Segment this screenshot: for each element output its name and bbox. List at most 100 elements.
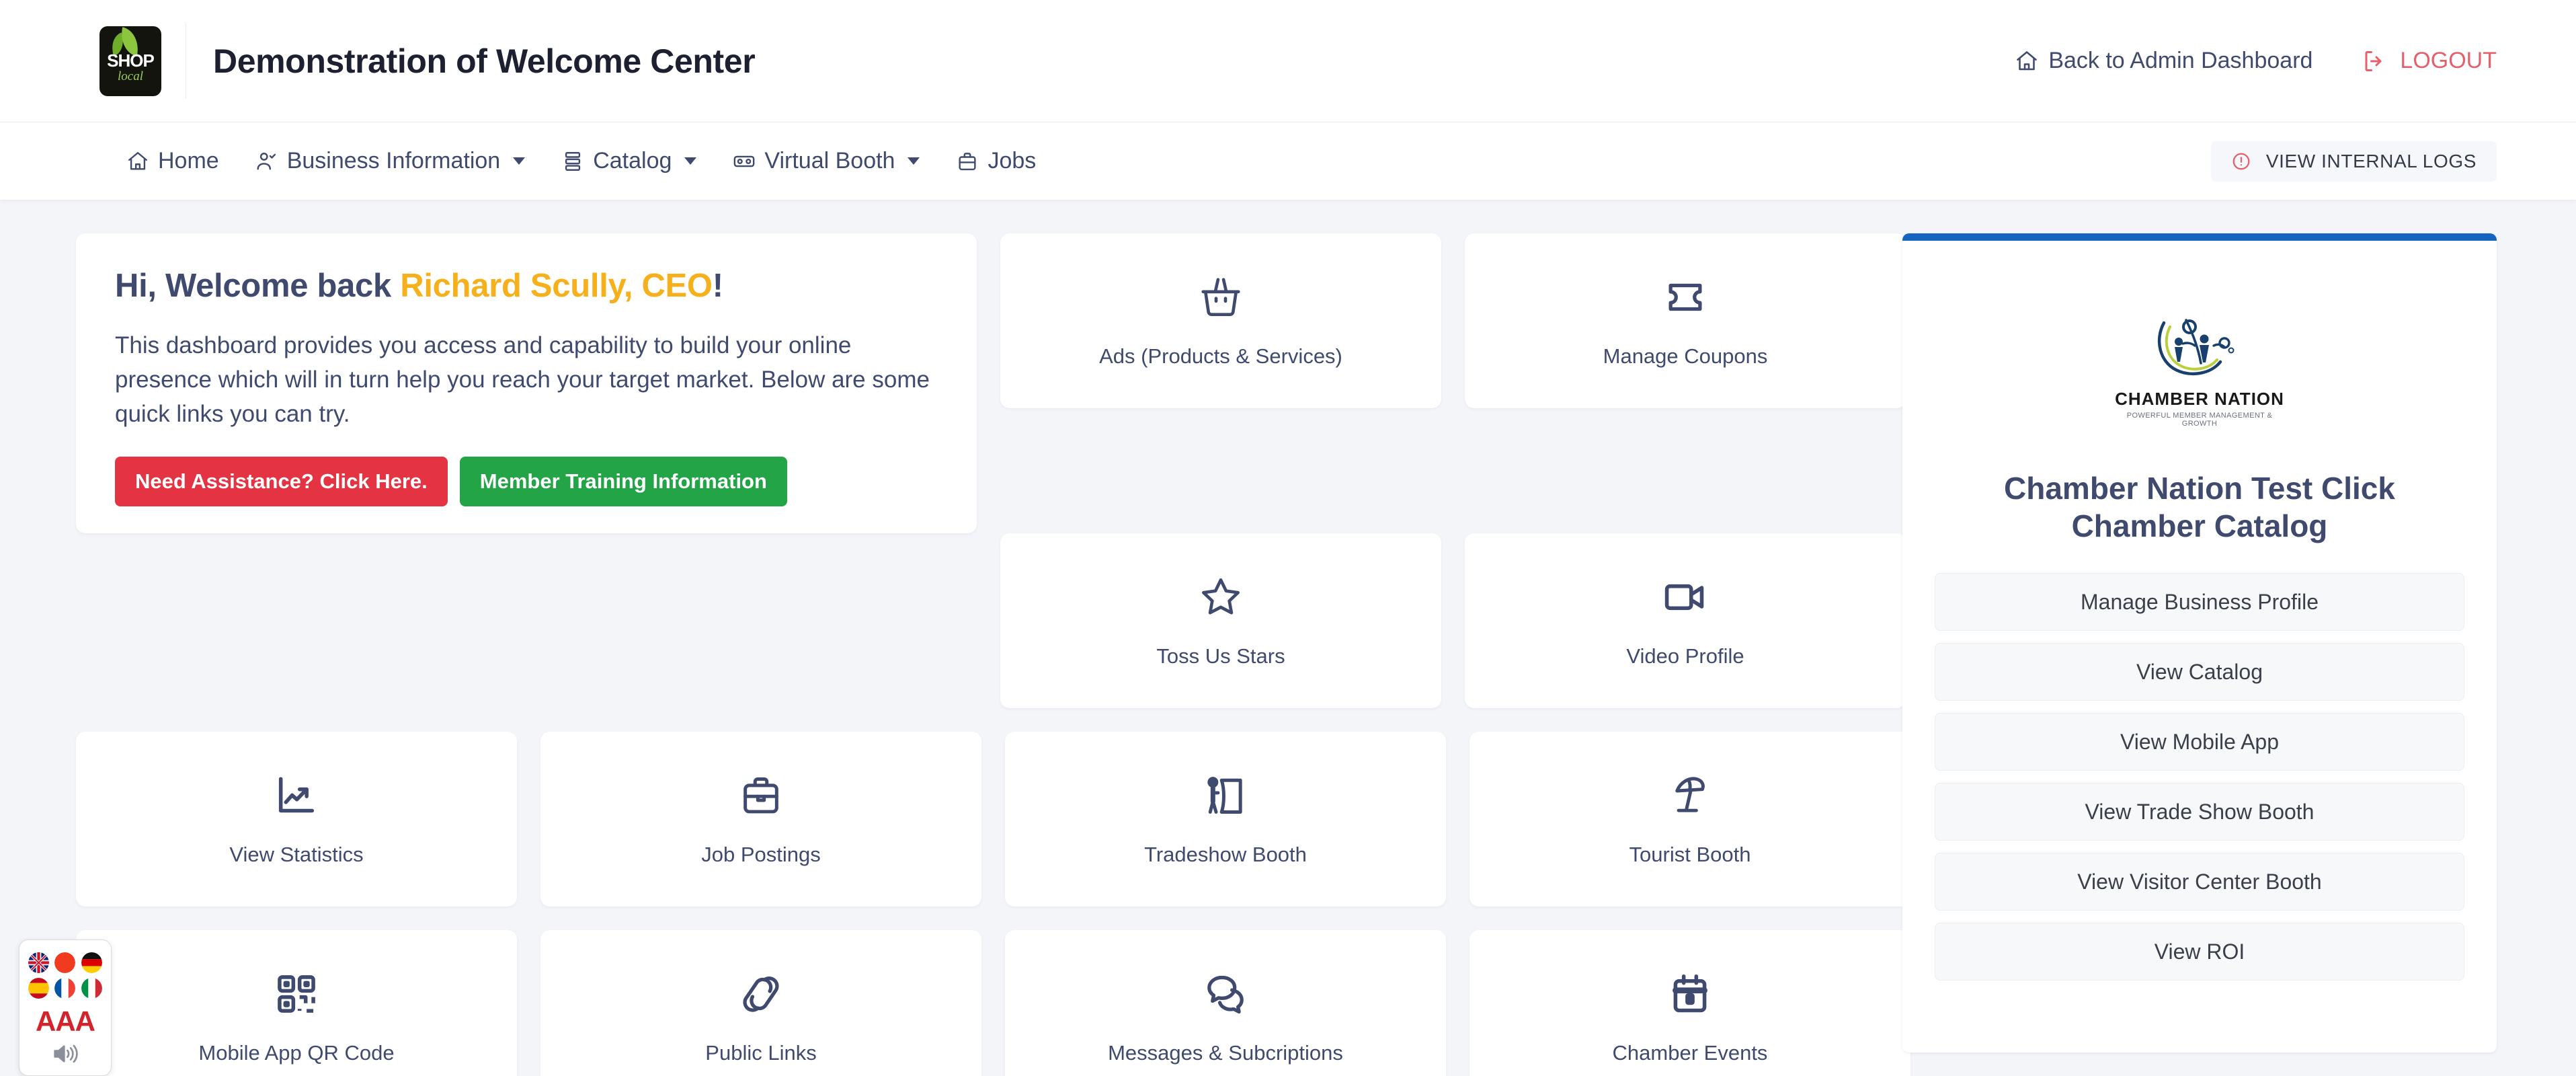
page-title: Demonstration of Welcome Center [213, 42, 756, 80]
manage-business-profile-button[interactable]: Manage Business Profile [1935, 573, 2464, 631]
tile-public-links[interactable]: Public Links [540, 930, 981, 1076]
view-trade-show-booth-button[interactable]: View Trade Show Booth [1935, 783, 2464, 841]
text-size-control[interactable]: AAA [28, 1007, 103, 1036]
member-training-information-button[interactable]: Member Training Information [459, 457, 787, 507]
view-internal-logs-button[interactable]: VIEW INTERNAL LOGS [2210, 141, 2497, 182]
catalog-icon [561, 150, 584, 173]
tile-video-profile[interactable]: Video Profile [1465, 533, 1906, 709]
view-mobile-app-button[interactable]: View Mobile App [1935, 713, 2464, 771]
tile-chamber-events[interactable]: Chamber Events [1470, 930, 1910, 1076]
dashboard-row-3: View Statistics Job Postings Tradeshow B… [76, 732, 1910, 907]
tile-label: Tradeshow Booth [1144, 842, 1307, 866]
spain-flag-icon[interactable] [28, 978, 50, 999]
brand-block: SHOP local Demonstration of Welcome Cent… [99, 23, 756, 99]
nav-item-virtual-booth[interactable]: Virtual Booth [733, 148, 920, 174]
star-icon [1197, 574, 1244, 624]
chamber-info-panel: CHAMBER NATION POWERFUL MEMBER MANAGEMEN… [1902, 233, 2497, 1052]
tile-toss-us-stars[interactable]: Toss Us Stars [1000, 533, 1441, 709]
welcome-suffix: ! [712, 268, 723, 304]
beach-umbrella-icon [1666, 772, 1714, 822]
tile-tourist-booth[interactable]: Tourist Booth [1470, 732, 1910, 907]
welcome-heading: Hi, Welcome back Richard Scully, CEO! [115, 267, 938, 305]
welcome-button-row: Need Assistance? Click Here. Member Trai… [115, 457, 938, 507]
tile-label: Video Profile [1626, 644, 1744, 668]
home-icon [2015, 49, 2039, 73]
tile-label: Ads (Products & Services) [1099, 344, 1342, 368]
qr-code-icon [273, 970, 320, 1021]
logo-top-text: SHOP [107, 50, 155, 71]
tile-view-statistics[interactable]: View Statistics [76, 732, 517, 907]
chamber-nation-logo: CHAMBER NATION POWERFUL MEMBER MANAGEMEN… [2112, 312, 2287, 428]
tile-label: Chamber Events [1612, 1040, 1768, 1065]
tile-label: Public Links [705, 1040, 817, 1065]
dashboard-row-4: Mobile App QR Code Public Links Messages… [76, 930, 1910, 1076]
alert-circle-icon [2231, 151, 2251, 171]
tile-mobile-app-qr-code[interactable]: Mobile App QR Code [76, 930, 517, 1076]
row2-spacer [76, 533, 977, 708]
view-catalog-button[interactable]: View Catalog [1935, 643, 2464, 701]
welcome-body-text: This dashboard provides you access and c… [115, 332, 930, 427]
user-check-icon [255, 150, 278, 173]
tile-job-postings[interactable]: Job Postings [540, 732, 981, 907]
united-kingdom-flag-icon[interactable] [28, 952, 50, 973]
dashboard-row-1: Hi, Welcome back Richard Scully, CEO! Th… [76, 233, 1906, 534]
tradeshow-person-icon [1202, 772, 1249, 822]
tile-messages-subscriptions[interactable]: Messages & Subcriptions [1005, 930, 1446, 1076]
accessibility-widget[interactable]: AAA [19, 939, 112, 1076]
france-flag-icon[interactable] [54, 978, 76, 999]
chart-line-up-icon [273, 772, 320, 822]
view-internal-logs-label: VIEW INTERNAL LOGS [2265, 150, 2477, 171]
tile-label: Job Postings [701, 842, 821, 866]
nav-label: Home [158, 148, 219, 174]
tile-ads-products-services[interactable]: Ads (Products & Services) [1000, 233, 1441, 408]
main-navigation: Home Business Information Catalog Virtua… [0, 122, 2576, 200]
welcome-prefix: Hi, Welcome back [115, 268, 401, 304]
nav-label: Jobs [988, 148, 1037, 174]
chevron-down-icon [513, 157, 526, 165]
main-content: Hi, Welcome back Richard Scully, CEO! Th… [0, 200, 2576, 1076]
back-to-admin-dashboard-link[interactable]: Back to Admin Dashboard [2015, 48, 2312, 74]
logout-icon [2362, 49, 2386, 73]
link-chain-icon [737, 970, 784, 1021]
chamber-panel-buttons: Manage Business Profile View Catalog Vie… [1935, 573, 2464, 981]
video-camera-icon [1662, 574, 1709, 624]
welcome-user-name: Richard Scully, CEO [400, 268, 713, 304]
nav-items: Home Business Information Catalog Virtua… [126, 148, 1036, 174]
view-visitor-center-booth-button[interactable]: View Visitor Center Booth [1935, 853, 2464, 911]
japan-flag-icon[interactable] [54, 952, 76, 973]
basket-icon [1197, 274, 1244, 324]
chamber-nation-tagline: POWERFUL MEMBER MANAGEMENT & GROWTH [2126, 412, 2273, 428]
logout-button[interactable]: LOGOUT [2362, 48, 2497, 74]
tile-label: Messages & Subcriptions [1108, 1040, 1343, 1065]
tile-label: View Statistics [229, 842, 364, 866]
nav-label: Virtual Booth [764, 148, 895, 174]
nav-item-jobs[interactable]: Jobs [956, 148, 1036, 174]
tile-tradeshow-booth[interactable]: Tradeshow Booth [1005, 732, 1446, 907]
briefcase-icon [737, 772, 784, 822]
tile-manage-coupons[interactable]: Manage Coupons [1465, 233, 1906, 408]
dashboard-grid: Hi, Welcome back Richard Scully, CEO! Th… [76, 233, 1910, 1076]
nav-item-catalog[interactable]: Catalog [561, 148, 697, 174]
briefcase-icon [956, 150, 979, 173]
shop-local-logo-icon: SHOP local [99, 26, 161, 96]
home-icon [126, 150, 149, 173]
calendar-icon [1666, 970, 1714, 1021]
chevron-down-icon [684, 157, 697, 165]
germany-flag-icon[interactable] [81, 952, 102, 973]
speaker-icon[interactable] [28, 1042, 103, 1069]
nav-label: Business Information [286, 148, 501, 174]
view-roi-button[interactable]: View ROI [1935, 923, 2464, 981]
chevron-down-icon [908, 157, 920, 165]
nav-item-business-information[interactable]: Business Information [255, 148, 526, 174]
vr-goggles-icon [733, 150, 756, 173]
tile-label: Tourist Booth [1629, 842, 1751, 866]
need-assistance-button[interactable]: Need Assistance? Click Here. [115, 457, 448, 507]
welcome-card: Hi, Welcome back Richard Scully, CEO! Th… [76, 233, 977, 534]
tile-label: Manage Coupons [1603, 344, 1768, 368]
italy-flag-icon[interactable] [81, 978, 102, 999]
coupon-ticket-icon [1662, 274, 1709, 324]
language-flag-grid [28, 952, 103, 999]
nav-item-home[interactable]: Home [126, 148, 219, 174]
logo-bottom-text: local [118, 69, 143, 83]
chat-bubbles-icon [1202, 970, 1249, 1021]
